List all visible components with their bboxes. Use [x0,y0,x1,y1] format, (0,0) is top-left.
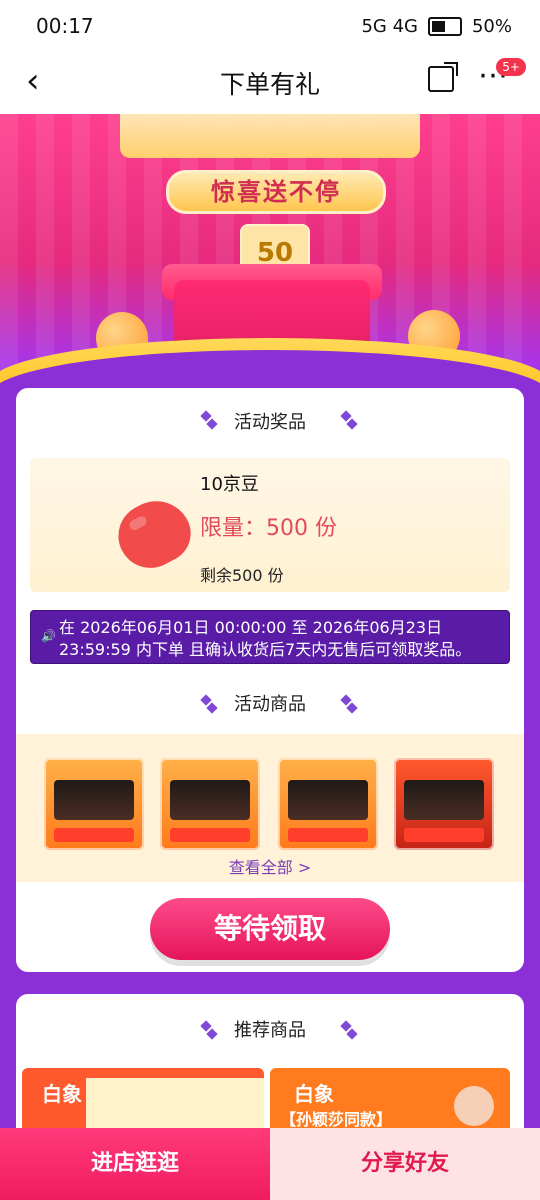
product-image [54,780,134,820]
brand-label: 白象 [42,1082,82,1106]
battery-icon [427,16,462,36]
goods-item[interactable] [44,758,144,850]
prize-card: 10京豆 限量：500 份 剩余500 份 [30,458,510,592]
wait-claim-button[interactable]: 等待领取 [150,898,390,960]
prize-name: 10京豆 [200,474,259,495]
promo-text: 【孙颖莎同款】 [280,1110,393,1129]
share-button[interactable]: 分享好友 [270,1128,540,1200]
section-title-recommend: 推荐商品 [234,1020,306,1041]
bottom-action-bar: 进店逛逛 分享好友 [0,1128,540,1200]
product-tag [404,828,484,842]
view-all-link[interactable]: 查看全部 > [0,854,540,878]
shop-button[interactable]: 进店逛逛 [0,1128,270,1200]
share-icon[interactable] [428,62,458,92]
product-image [288,780,368,820]
prize-remaining: 剩余500 份 [200,566,284,585]
speaker-icon: 🔊 [41,629,56,643]
status-bar: 00:17 5G 4G 50% [0,0,540,52]
banner-slogan: 惊喜送不停 [166,170,386,214]
activity-notice: 🔊 在 2026年06月01日 00:00:00 至 2026年06月23日 2… [30,610,510,664]
section-title-goods: 活动商品 [234,694,306,715]
product-tag [170,828,250,842]
section-title-rewards: 活动奖品 [234,412,306,433]
back-icon[interactable]: ‹ [26,64,40,98]
navigation-bar: ‹ 下单有礼 ⋯ 5+ [0,52,540,114]
promo-banner: 惊喜送不停 50 [0,114,540,386]
goods-item[interactable] [278,758,378,850]
product-tag [54,828,134,842]
person-photo [454,1086,494,1126]
battery-percentage: 50% [471,15,512,37]
prize-limit: 限量：500 份 [200,516,337,541]
status-time: 00:17 [36,14,94,38]
page-title: 下单有礼 [219,70,320,99]
notice-text: 在 2026年06月01日 00:00:00 至 2026年06月23日 23:… [59,618,472,659]
product-image [170,780,250,820]
goods-item[interactable] [394,758,494,850]
status-icons: 5G 4G 50% [361,16,512,37]
network-indicator: 5G 4G [361,15,418,37]
product-tag [288,828,368,842]
banner-title-graphic [120,114,420,158]
bean-icon [107,488,201,580]
product-image [404,780,484,820]
notification-badge: 5+ [496,58,526,76]
goods-item[interactable] [160,758,260,850]
brand-label: 白象 [294,1082,334,1106]
